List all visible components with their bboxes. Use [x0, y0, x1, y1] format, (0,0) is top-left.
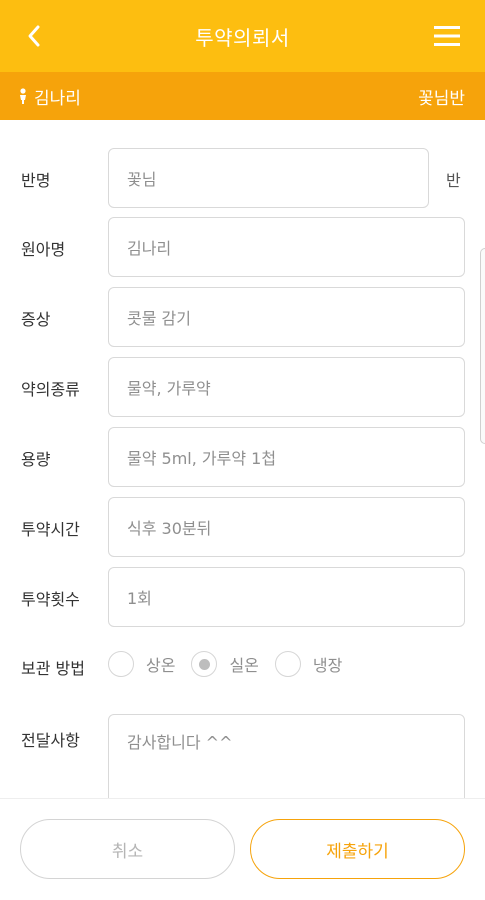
- child-name-input[interactable]: [108, 217, 465, 277]
- person-icon: [20, 88, 26, 104]
- scroll-indicator[interactable]: [480, 248, 485, 444]
- radio-label: 실온: [229, 656, 259, 675]
- symptom-label: 증상: [21, 310, 51, 329]
- memo-label: 전달사항: [21, 731, 80, 750]
- back-button[interactable]: [14, 16, 54, 56]
- class-input[interactable]: [108, 148, 429, 208]
- medication-form: 반명 반 원아명 증상 약의종류 용량 투약시간 투약횟수 보관 방법 전달사항: [0, 120, 485, 800]
- child-name: 김나리: [34, 88, 81, 109]
- storage-label: 보관 방법: [21, 659, 85, 678]
- symptom-input[interactable]: [108, 287, 465, 347]
- radio-button[interactable]: [274, 651, 301, 677]
- storage-option-indoor-temp[interactable]: 실온: [191, 651, 259, 677]
- cancel-button[interactable]: 취소: [20, 819, 235, 879]
- class-suffix: 반: [446, 171, 461, 190]
- chevron-left-icon: [28, 25, 40, 47]
- radio-label: 냉장: [312, 656, 343, 675]
- page-title: 투약의뢰서: [195, 25, 290, 50]
- medication-time-input[interactable]: [108, 497, 465, 557]
- child-info-bar: 김나리 꽃님반: [0, 72, 485, 120]
- storage-option-refrigerated[interactable]: 냉장: [274, 651, 343, 677]
- radio-button[interactable]: [108, 651, 134, 677]
- radio-selected-dot: [198, 658, 210, 670]
- class-name: 꽃님반: [418, 88, 465, 109]
- child-info: 김나리: [18, 84, 81, 109]
- submit-button[interactable]: 제출하기: [250, 819, 465, 879]
- medicine-type-input[interactable]: [108, 357, 465, 417]
- radio-button-selected[interactable]: [191, 651, 218, 677]
- hamburger-menu-icon: [434, 26, 460, 46]
- bottom-action-bar: 취소 제출하기: [0, 798, 485, 900]
- class-label: 반명: [21, 171, 51, 190]
- medication-request-screen: 투약의뢰서 김나리 꽃님반 반명 반 원아명 증상 약의종류: [0, 0, 485, 900]
- medication-count-input[interactable]: [108, 567, 465, 627]
- child-name-label: 원아명: [21, 240, 66, 259]
- storage-option-room-temp[interactable]: 상온: [108, 651, 175, 677]
- medication-time-label: 투약시간: [21, 520, 80, 539]
- medicine-type-label: 약의종류: [21, 380, 80, 399]
- menu-button[interactable]: [427, 18, 467, 54]
- dosage-label: 용량: [21, 450, 51, 469]
- storage-radio-group: 상온 실온 냉장: [108, 644, 358, 684]
- app-header: 투약의뢰서: [0, 0, 485, 72]
- radio-label: 상온: [146, 656, 176, 675]
- medication-count-label: 투약횟수: [21, 590, 80, 609]
- dosage-input[interactable]: [108, 427, 465, 487]
